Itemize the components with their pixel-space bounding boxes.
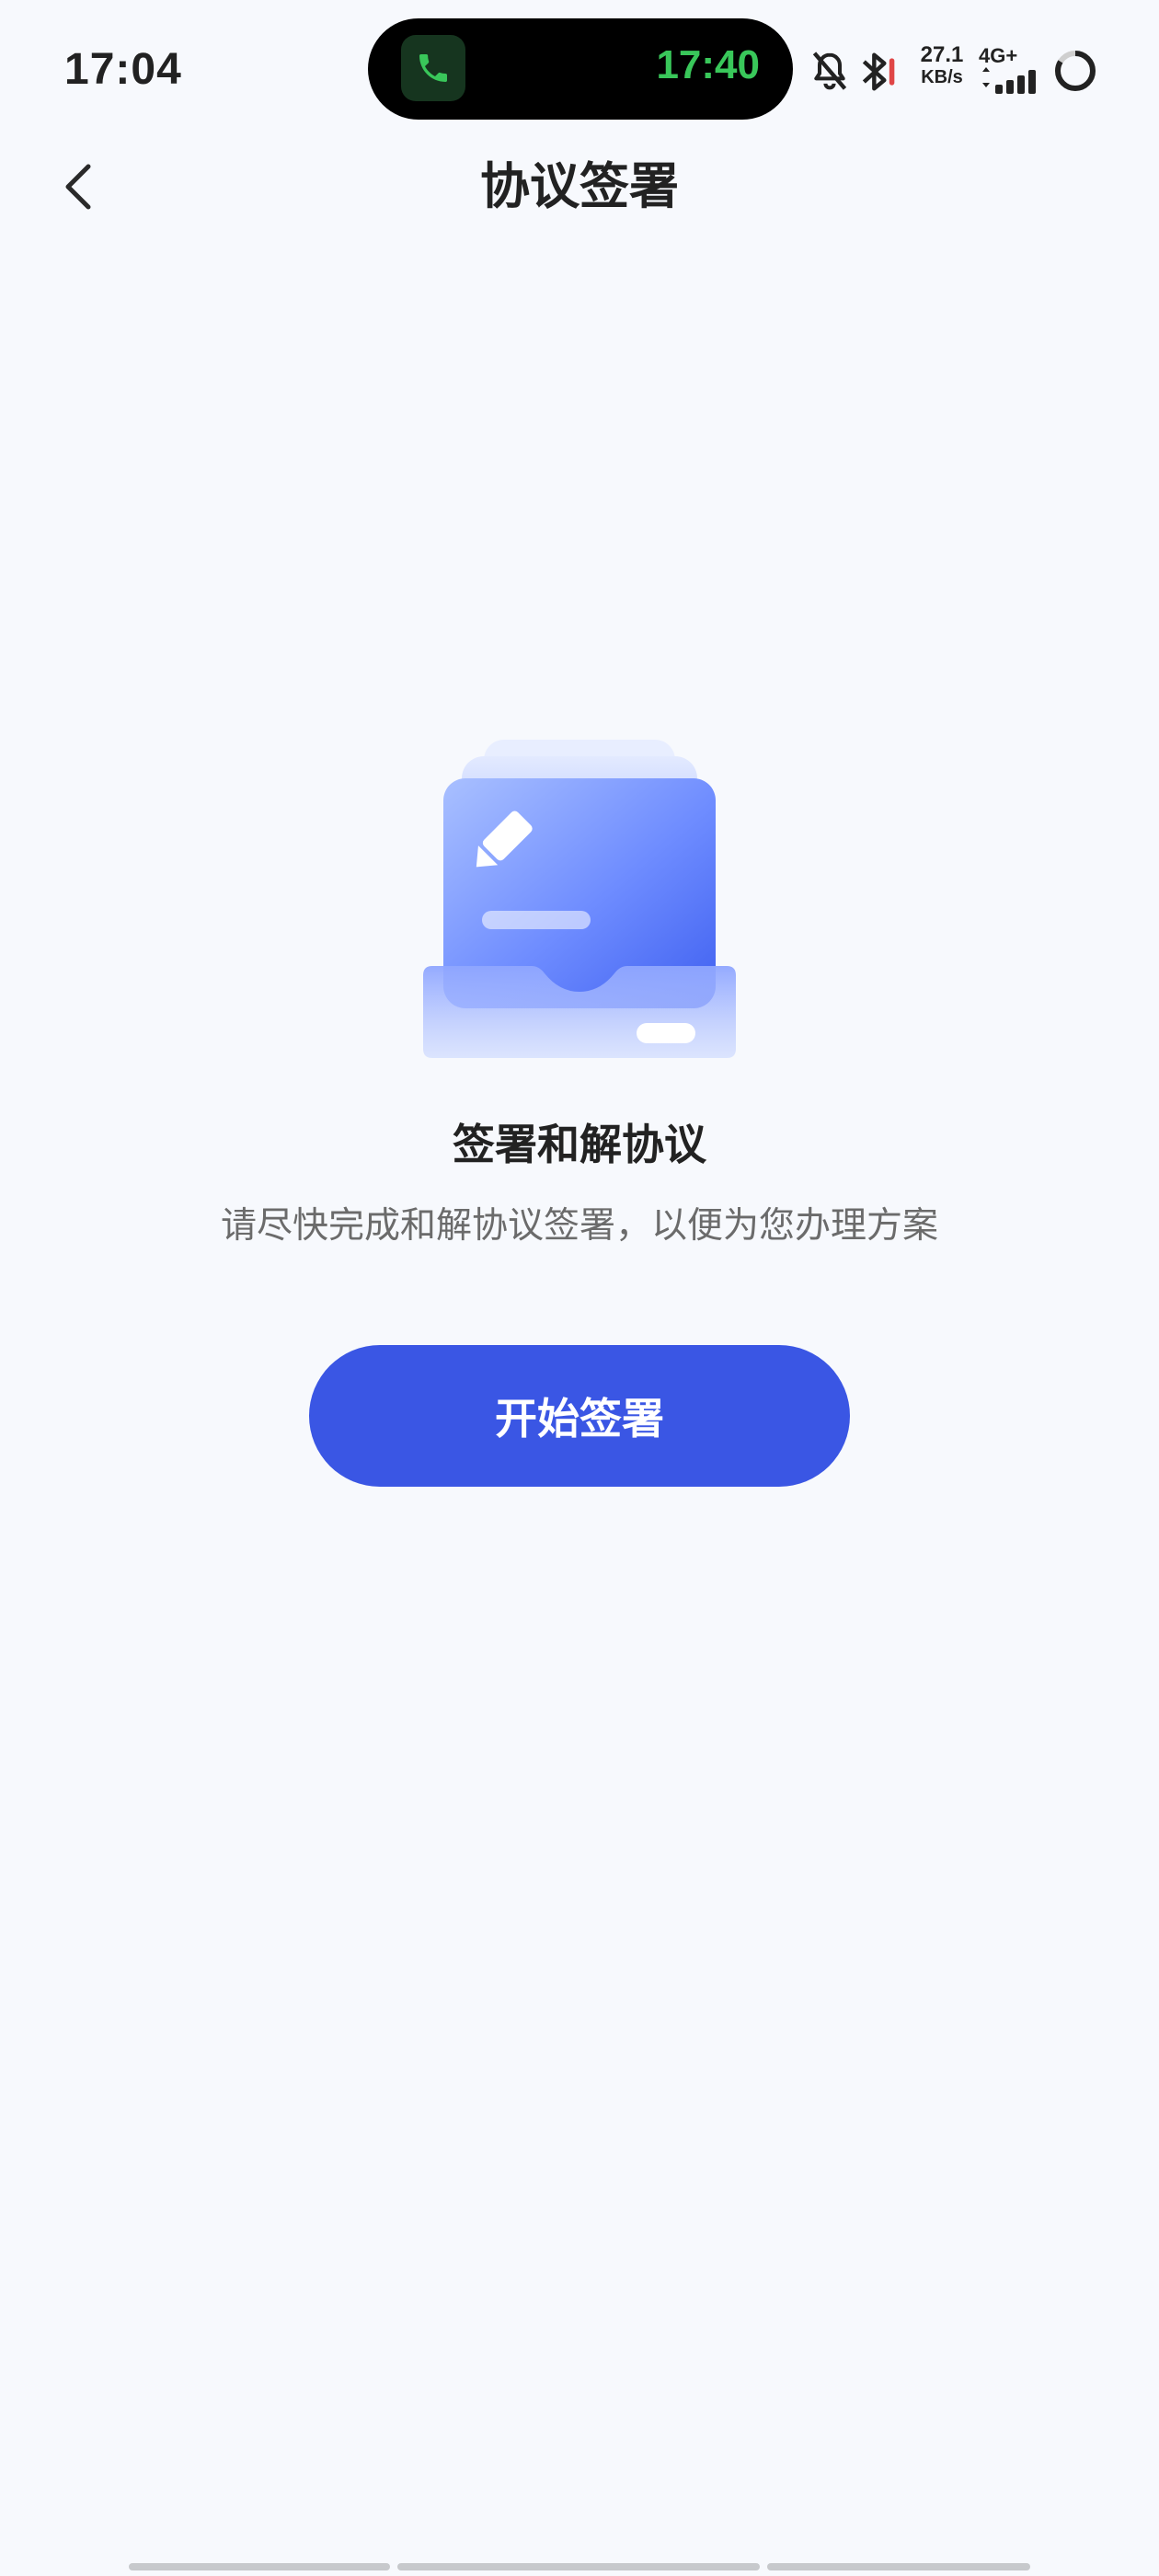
back-button[interactable] — [55, 153, 103, 221]
net-speed-value: 27.1 — [920, 42, 964, 67]
ongoing-call-island[interactable]: 17:40 — [368, 18, 793, 120]
signal-bars-icon — [982, 67, 1036, 94]
description: 请尽快完成和解协议签署，以便为您办理方案 — [220, 1205, 938, 1247]
bluetooth-icon — [862, 52, 895, 91]
phone-call-icon — [401, 35, 465, 101]
status-icons: 27.1 KB/s 4G+ — [809, 44, 1122, 99]
headline: 签署和解协议 — [453, 1120, 706, 1169]
chevron-left-icon — [65, 164, 91, 210]
call-duration: 17:40 — [656, 42, 760, 87]
start-signing-button[interactable]: 开始签署 — [309, 1345, 850, 1487]
net-speed: 27.1 KB/s — [912, 44, 971, 88]
status-time: 17:04 — [64, 45, 182, 94]
battery-ring-icon — [1055, 51, 1096, 91]
status-bar: 17:04 17:40 27.1 KB/s 4G+ — [0, 0, 1159, 138]
document-tray-icon — [423, 740, 736, 1058]
bottom-indicator-bar-1 — [129, 2563, 390, 2570]
bottom-indicator-bar-3 — [767, 2563, 1030, 2570]
bell-muted-icon — [812, 52, 847, 90]
net-speed-unit: KB/s — [921, 67, 963, 87]
cellular-signal: 4G+ — [979, 44, 1052, 96]
network-type: 4G+ — [979, 44, 1018, 67]
bottom-indicator-bar-2 — [397, 2563, 760, 2570]
agreement-illustration — [421, 736, 738, 1067]
page-title: 协议签署 — [480, 157, 679, 215]
